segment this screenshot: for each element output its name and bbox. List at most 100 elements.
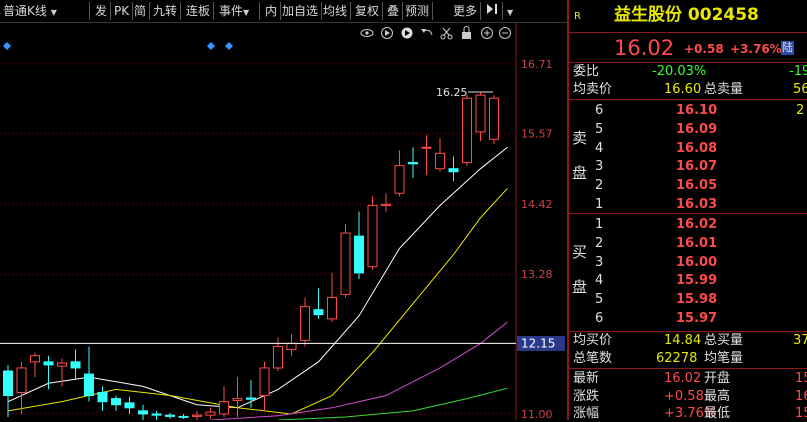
candle-body — [408, 162, 418, 165]
last-price: 16.02 — [614, 36, 675, 60]
lock-icon[interactable] — [462, 26, 471, 40]
level-price: 16.02 — [676, 217, 718, 232]
candlesticks — [3, 92, 499, 420]
candle-body — [448, 168, 459, 173]
candle[interactable] — [97, 386, 108, 411]
level-number: 3 — [595, 254, 604, 270]
toolbar-overlay-button[interactable]: 叠 — [384, 2, 404, 20]
candle[interactable] — [381, 193, 391, 212]
level-number: 3 — [595, 159, 604, 175]
candle[interactable] — [30, 352, 40, 378]
buy-level-row[interactable]: 4 15.99 — [568, 272, 807, 290]
sell-level-row[interactable]: 3 16.07 — [568, 158, 807, 176]
sell-level-row[interactable]: 4 16.08 — [568, 140, 807, 158]
candle-body — [3, 370, 13, 397]
avg-buy-value: 14.84 — [664, 333, 702, 348]
buy-level-row[interactable]: 2 16.01 — [568, 235, 807, 253]
total-buy-value: 37 — [793, 333, 807, 348]
candle[interactable] — [462, 95, 472, 166]
candle[interactable] — [273, 337, 283, 372]
candle[interactable] — [70, 349, 81, 381]
candle[interactable] — [475, 92, 486, 142]
stat-value: 16.02 — [664, 371, 702, 386]
zoom-out-icon[interactable] — [499, 27, 511, 39]
buy-level-row[interactable]: 5 15.98 — [568, 291, 807, 309]
sell-level-row[interactable]: 2 16.05 — [568, 177, 807, 195]
candle[interactable] — [3, 364, 13, 417]
buy-level-row[interactable]: 1 16.02 — [568, 216, 807, 234]
candle[interactable] — [435, 138, 445, 172]
level-number: 2 — [595, 235, 604, 251]
toolbar-lianban-button[interactable]: 连板 — [183, 2, 215, 20]
candle[interactable] — [489, 95, 499, 145]
avg-lot-label: 均笔量 — [704, 351, 744, 366]
undo-icon[interactable] — [421, 29, 433, 36]
buy-level-row[interactable]: 6 15.97 — [568, 310, 807, 328]
candle[interactable] — [232, 377, 243, 417]
event-marker[interactable] — [3, 42, 11, 50]
candle[interactable] — [151, 410, 162, 420]
toolbar-adjust-button[interactable]: 复权 — [352, 2, 384, 20]
toolbar-panel-toggle[interactable] — [482, 2, 503, 20]
candle[interactable] — [340, 223, 351, 298]
candle[interactable] — [327, 272, 337, 322]
stat-label: 涨跌 — [573, 388, 600, 404]
candle[interactable] — [84, 346, 94, 402]
candle-body — [43, 361, 54, 366]
buy-level-row[interactable]: 3 16.00 — [568, 254, 807, 272]
total-sell-label: 总卖量 — [704, 82, 744, 97]
candle[interactable] — [448, 156, 459, 181]
toolbar-jiuzhuan-button[interactable]: 九转 — [150, 2, 182, 20]
toolbar-fa-button[interactable]: 发 — [92, 2, 112, 20]
candle-body — [462, 97, 472, 164]
candle[interactable] — [165, 412, 175, 419]
toolbar-pk-button[interactable]: PK — [111, 2, 134, 20]
candle[interactable] — [300, 297, 310, 347]
candle[interactable] — [259, 361, 270, 411]
candle[interactable] — [178, 413, 189, 419]
event-marker[interactable] — [207, 42, 215, 50]
sell-level-row[interactable]: 5 16.09 — [568, 121, 807, 139]
play-icon[interactable] — [401, 27, 413, 39]
sell-level-row[interactable]: 6 16.10 2 — [568, 102, 807, 120]
scissors-icon[interactable] — [440, 27, 453, 40]
level-price: 15.98 — [676, 292, 718, 308]
candle[interactable] — [408, 147, 418, 178]
candle[interactable] — [138, 404, 148, 420]
candle-body — [381, 203, 391, 206]
toolbar-simple-button[interactable]: 简 — [131, 2, 151, 20]
chart-icon-bar — [360, 26, 511, 40]
toolbar-forecast-button[interactable]: 预测 — [402, 2, 434, 20]
candle[interactable] — [219, 386, 229, 417]
candle[interactable] — [192, 410, 202, 420]
zoom-in-icon[interactable] — [481, 27, 493, 39]
toolbar-menu-dropdown[interactable]: ▼ — [504, 2, 516, 20]
candle[interactable] — [286, 334, 297, 356]
eye-icon[interactable] — [360, 29, 374, 37]
candle[interactable] — [313, 288, 324, 319]
toolbar-events-dropdown[interactable]: 事件▼ — [216, 2, 260, 20]
toolbar-ma-button[interactable]: 均线 — [320, 2, 352, 20]
level-price: 16.10 — [676, 103, 718, 118]
candle[interactable] — [354, 211, 364, 280]
kline-chart[interactable]: 16.71 15.57 14.42 13.28 11.00 12.15 16.25 — [0, 22, 567, 420]
candle[interactable] — [394, 150, 405, 197]
kline-type-dropdown[interactable]: 普通K线 ▼ — [0, 2, 90, 20]
candle[interactable] — [421, 134, 432, 175]
event-marker[interactable] — [225, 42, 233, 50]
candle[interactable] — [367, 196, 378, 270]
level-price: 16.00 — [676, 254, 718, 270]
level-number: 5 — [595, 121, 604, 137]
level-number: 6 — [595, 103, 604, 118]
candle[interactable] — [16, 361, 27, 414]
sell-level-row[interactable]: 1 16.03 — [568, 196, 807, 214]
stock-title: 益生股份 002458 — [614, 5, 759, 25]
candle[interactable] — [246, 380, 256, 408]
candle[interactable] — [205, 407, 216, 419]
candle[interactable] — [111, 395, 121, 411]
toolbar-more-button[interactable]: 更多 — [450, 2, 482, 20]
candle[interactable] — [124, 396, 135, 414]
toolbar-add-watchlist-button[interactable]: 加自选 — [279, 2, 323, 20]
weibi-value: -20.03% — [652, 64, 707, 79]
replay-icon[interactable] — [381, 27, 393, 39]
